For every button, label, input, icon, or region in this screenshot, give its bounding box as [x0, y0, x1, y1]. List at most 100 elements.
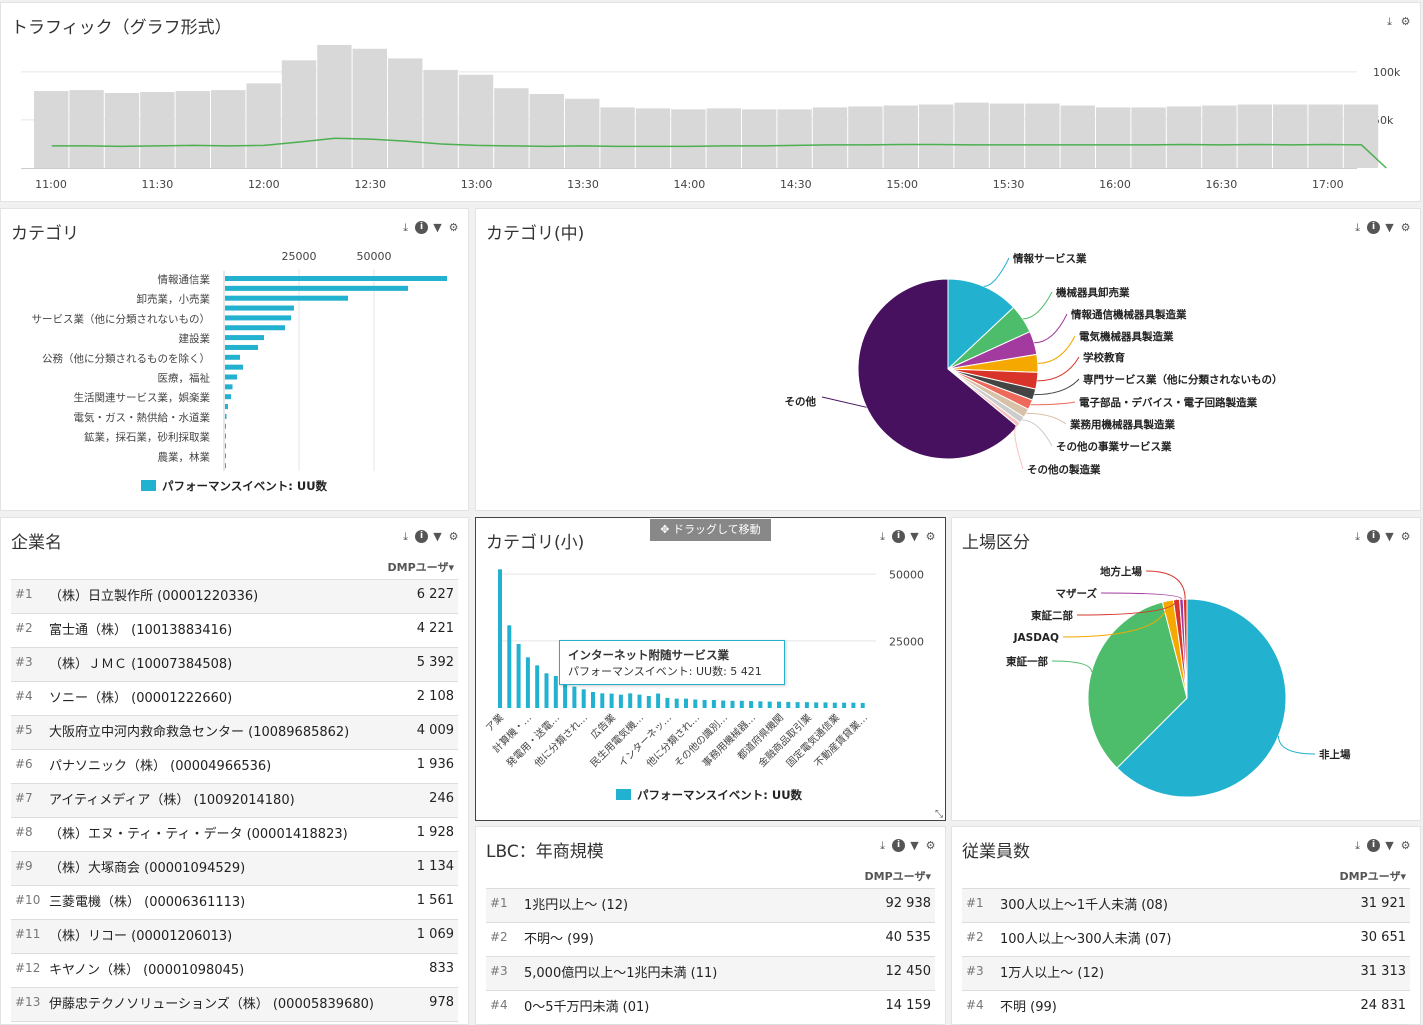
bar [711, 700, 716, 708]
gear-icon[interactable]: ⚙ [447, 530, 460, 543]
x-tick-label: 11:00 [35, 178, 67, 191]
table-row[interactable]: #2 100人以上〜300人未満 (07) 30 651 [962, 923, 1410, 957]
x-tick-label: 50000 [357, 250, 392, 263]
tooltip-value: パフォーマンスイベント: UU数: 5 421 [568, 665, 762, 678]
bar [739, 700, 744, 708]
leader-line [1030, 401, 1076, 406]
drag-to-move-handle[interactable]: ✥ ドラッグして移動 [650, 519, 771, 541]
row-name: 不明 (99) [1000, 1000, 1057, 1015]
table-row[interactable]: #6 パナソニック（株） (00004966536) 1 936 [11, 750, 458, 784]
bar [225, 453, 226, 459]
row-name: （株）日立製作所 (00001220336) [49, 589, 259, 604]
table-row[interactable]: #3 5,000億円以上〜1兆円未満 (11) 12 450 [486, 957, 935, 991]
leader-line [1034, 313, 1068, 344]
slice-label: 学校教育 [1083, 351, 1125, 364]
bar [225, 413, 227, 419]
bar [388, 58, 423, 169]
bar [767, 701, 772, 708]
revenue-table: DMPユーザ▾ #1 1兆円以上〜 (12) 92 938 #2 不明〜 (99) 40 … [486, 865, 935, 1025]
category-chart[interactable]: 25000 50000 情報通信業卸売業，小売業サービス業（他に分類されないもの） 建… [1, 209, 468, 509]
employees-toolbar: ⤓ i ▼ ⚙ [1351, 839, 1412, 852]
row-name: 5,000億円以上〜1兆円未満 (11) [524, 966, 718, 981]
table-row[interactable]: #3 （株）ＪＭＣ (10007384508) 5 392 [11, 648, 458, 682]
table-row[interactable]: #1 1兆円以上〜 (12) 92 938 [486, 889, 935, 923]
x-tick-label: 25000 [282, 250, 317, 263]
bar [563, 681, 568, 708]
table-row[interactable]: #4 ソニー（株） (00001222660) 2 108 [11, 682, 458, 716]
filter-icon[interactable]: ▼ [1383, 839, 1396, 852]
row-rank: #3 [15, 655, 33, 669]
row-name: アイティメディア（株） (10092014180) [49, 793, 295, 808]
filter-icon[interactable]: ▼ [431, 530, 444, 543]
table-row[interactable]: #4 不明 (99) 24 831 [962, 991, 1410, 1025]
x-tick-label: 13:30 [567, 178, 599, 191]
download-icon[interactable]: ⤓ [399, 530, 412, 543]
table-row[interactable]: #11 （株）リコー (00001206013) 1 069 [11, 920, 458, 954]
row-name: （株）ＪＭＣ (10007384508) [49, 657, 233, 672]
gear-icon[interactable]: ⚙ [1399, 839, 1412, 852]
row-rank: #11 [15, 927, 41, 941]
leader-line [983, 257, 1010, 287]
info-icon[interactable]: i [892, 839, 905, 852]
row-value: 1 134 [416, 859, 454, 874]
row-name: 大阪府立中河内救命救急センター (10089685862) [49, 725, 350, 740]
row-rank: #10 [15, 893, 41, 907]
bar [1343, 104, 1379, 168]
table-row[interactable]: #13 伊藤忠テクノソリューションズ（株） (00005839680) 978 [11, 988, 458, 1022]
info-icon[interactable]: i [1367, 839, 1380, 852]
traffic-chart[interactable]: 100k50k11:00 11:30 12:00 12:30 13:00 13:30 14:… [1, 3, 1420, 201]
row-value: 6 227 [416, 587, 454, 602]
bar [1308, 104, 1343, 168]
bar [814, 702, 819, 708]
leader-line [1100, 592, 1182, 600]
bar [804, 702, 809, 708]
table-row[interactable]: #7 アイティメディア（株） (10092014180) 246 [11, 784, 458, 818]
table-row[interactable]: #2 不明〜 (99) 40 535 [486, 923, 935, 957]
bar [225, 374, 237, 380]
column-header-dmp-users[interactable]: DMPユーザ▾ [962, 865, 1410, 889]
table-row[interactable]: #1 300人以上〜1千人未満 (08) 31 921 [962, 889, 1410, 923]
row-name: （株）エヌ・ティ・ティ・データ (00001418823) [49, 827, 348, 842]
row-rank: #3 [966, 964, 984, 978]
bar-label: 生活関連サービス業，娯楽業 [74, 391, 211, 404]
row-rank: #1 [490, 896, 508, 910]
resize-handle-icon[interactable]: ⤡ [935, 809, 943, 820]
row-value: 1 936 [416, 757, 454, 772]
bar [730, 700, 735, 708]
row-value: 14 159 [885, 998, 932, 1013]
category-mid-chart[interactable]: 情報サービス業機械器具卸売業情報通信機械器具製造業電気機械器具製造業学校教育専門… [476, 209, 1420, 509]
table-row[interactable]: #3 1万人以上〜 (12) 31 313 [962, 957, 1410, 991]
table-row[interactable]: #4 0〜5千万円未満 (01) 14 159 [486, 991, 935, 1025]
table-row[interactable]: #9 （株）大塚商会 (00001094529) 1 134 [11, 852, 458, 886]
info-icon[interactable]: i [415, 530, 428, 543]
download-icon[interactable]: ⤓ [876, 839, 889, 852]
legend-label: パフォーマンスイベント: UU数 [162, 479, 328, 493]
bar [1096, 107, 1131, 168]
slice-label: JASDAQ [1013, 632, 1059, 644]
download-icon[interactable]: ⤓ [1351, 839, 1364, 852]
column-header-dmp-users[interactable]: DMPユーザ▾ [486, 865, 935, 889]
listing-chart[interactable]: 非上場 東証一部 JASDAQ 東証二部 マザーズ地方上場 [952, 518, 1420, 820]
gear-icon[interactable]: ⚙ [924, 839, 937, 852]
slice-label: 業務用機械器具製造業 [1069, 418, 1175, 431]
row-name: 富士通（株） (10013883416) [49, 623, 233, 638]
filter-icon[interactable]: ▼ [908, 839, 921, 852]
column-header-dmp-users[interactable]: DMPユーザ▾ [11, 556, 458, 580]
leader-line [1022, 419, 1053, 447]
table-row[interactable]: #8 （株）エヌ・ティ・ティ・データ (00001418823) 1 928 [11, 818, 458, 852]
table-row[interactable]: #5 大阪府立中河内救命救急センター (10089685862) 4 009 [11, 716, 458, 750]
bar [637, 694, 642, 708]
bar-label: 電気・ガス・熱供給・水道業 [74, 411, 211, 424]
bar [225, 295, 348, 301]
legend-label: パフォーマンスイベント: UU数 [637, 788, 803, 802]
legend-swatch [616, 789, 631, 800]
slice-label: その他 [785, 395, 817, 408]
table-row[interactable]: #12 キヤノン（株） (00001098045) 833 [11, 954, 458, 988]
table-row[interactable]: #1 （株）日立製作所 (00001220336) 6 227 [11, 580, 458, 614]
bar [1060, 105, 1095, 168]
slice-label: 専門サービス業（他に分類されないもの） [1083, 373, 1283, 386]
table-row[interactable]: #2 富士通（株） (10013883416) 4 221 [11, 614, 458, 648]
table-row[interactable]: #10 三菱電機（株） (00006361113) 1 561 [11, 886, 458, 920]
row-rank: #6 [15, 757, 33, 771]
employees-panel: 従業員数 ⤓ i ▼ ⚙ DMPユーザ▾ #1 300人以上〜1千人未満 (08)… [951, 826, 1421, 1025]
